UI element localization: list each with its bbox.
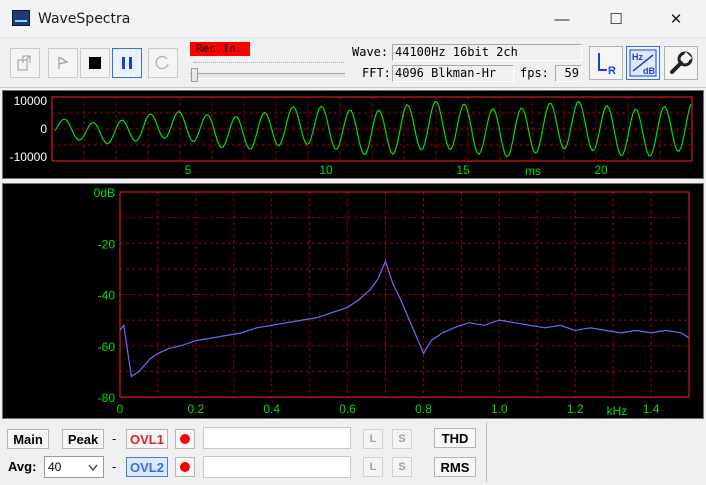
- minimize-button[interactable]: —: [538, 0, 586, 38]
- wave-y-tick: 10000: [14, 94, 48, 108]
- bottom-controls: Main Peak - OVL1 L S Avg: 40 - OVL2 L S …: [0, 420, 706, 485]
- fft-setting-field: 4096 Blkman-Hr: [392, 65, 514, 82]
- spectrum-x-tick: 0.4: [263, 402, 280, 416]
- spectrum-x-tick: 0.8: [415, 402, 432, 416]
- ovl2-save-button[interactable]: S: [392, 457, 412, 477]
- spectrum-x-tick: 0: [117, 402, 124, 416]
- peak-button[interactable]: Peak: [62, 429, 104, 449]
- avg-select[interactable]: 40: [44, 456, 104, 478]
- waveform-svg: 10000 0 -10000 5 10 15 ms 20: [10, 94, 693, 178]
- wave-x-tick: 10: [319, 163, 333, 177]
- pause-icon: [122, 57, 132, 69]
- panel-divider: [486, 422, 487, 482]
- dash-separator: -: [112, 431, 117, 446]
- volume-slider-thumb[interactable]: [191, 68, 198, 82]
- dash-separator: -: [112, 459, 117, 474]
- rms-button[interactable]: RMS: [434, 457, 476, 477]
- spectrum-x-tick: 1.2: [567, 402, 584, 416]
- waveform-x-axis-labels: 5 10 15 ms 20: [185, 163, 608, 178]
- pause-button[interactable]: [112, 48, 142, 78]
- fft-label: FFT:: [362, 66, 391, 80]
- hz-db-scale-button[interactable]: Hz dB: [626, 46, 660, 80]
- volume-slider[interactable]: [190, 73, 345, 79]
- spectrum-y-tick: -80: [98, 391, 116, 405]
- wave-label: Wave:: [352, 45, 389, 59]
- svg-text:dB: dB: [643, 66, 655, 76]
- stop-button[interactable]: [80, 48, 110, 78]
- spectrum-y-tick: -60: [98, 340, 116, 354]
- wave-y-tick: 0: [40, 122, 47, 136]
- ovl2-record-button[interactable]: [175, 457, 195, 477]
- record-dot-icon: [180, 462, 190, 472]
- fps-value: 59: [555, 65, 582, 82]
- wave-y-tick: -10000: [10, 150, 48, 164]
- waveform-display[interactable]: 10000 0 -10000 5 10 15 ms 20: [2, 90, 704, 179]
- avg-value: 40: [48, 460, 62, 474]
- ovl1-load-button[interactable]: L: [363, 429, 383, 449]
- open-file-icon: [17, 55, 31, 71]
- spectrum-x-tick: 1.0: [491, 402, 508, 416]
- record-dot-icon: [180, 434, 190, 444]
- settings-button[interactable]: [664, 46, 698, 80]
- main-button[interactable]: Main: [7, 429, 49, 449]
- repeat-icon: [155, 55, 169, 70]
- waveform-y-axis-labels: 10000 0 -10000: [10, 94, 48, 164]
- wave-x-unit: ms: [525, 164, 541, 178]
- spectrum-x-unit: kHz: [607, 404, 628, 418]
- spectrum-x-tick: 0.6: [339, 402, 356, 416]
- play-button[interactable]: [48, 48, 78, 78]
- stop-icon: [89, 57, 101, 69]
- thd-button[interactable]: THD: [434, 428, 476, 448]
- flag-icon: [58, 56, 69, 69]
- ovl1-record-button[interactable]: [175, 429, 195, 449]
- ovl1-button[interactable]: OVL1: [126, 429, 168, 449]
- channel-lr-button[interactable]: R: [589, 46, 623, 80]
- window-title: WaveSpectra: [38, 11, 131, 27]
- fps-label: fps:: [520, 66, 549, 80]
- open-file-button[interactable]: [10, 48, 40, 78]
- ovl1-comment-field[interactable]: [203, 427, 351, 449]
- spectrum-y-tick: -20: [98, 237, 116, 251]
- spectrum-x-tick: 1.4: [643, 402, 660, 416]
- spectrum-y-tick: 0dB: [94, 186, 115, 200]
- close-button[interactable]: ✕: [652, 0, 700, 38]
- spectrum-display[interactable]: 0dB -20 -40 -60 -80 0 0.2 0.4 0.6 0.8 1.0 1.2 1.4 kH…: [2, 183, 704, 419]
- wave-x-tick: 15: [456, 163, 470, 177]
- app-icon: [12, 10, 30, 26]
- svg-text:Hz: Hz: [632, 52, 643, 62]
- wrench-icon: [670, 51, 693, 74]
- ovl1-save-button[interactable]: S: [392, 429, 412, 449]
- wave-x-tick: 20: [594, 163, 608, 177]
- repeat-button[interactable]: [148, 48, 178, 78]
- svg-text:R: R: [608, 65, 616, 76]
- spectrum-y-tick: -40: [98, 289, 116, 303]
- wave-format-field: 44100Hz 16bit 2ch: [392, 44, 582, 61]
- rec-in-label: Rec.In.: [190, 42, 250, 56]
- ovl2-comment-field[interactable]: [203, 456, 351, 478]
- spectrum-series-line: [119, 259, 690, 378]
- avg-label: Avg:: [8, 459, 37, 474]
- ovl2-load-button[interactable]: L: [363, 457, 383, 477]
- maximize-button[interactable]: ☐: [592, 0, 640, 38]
- spectrum-x-tick: 0.2: [188, 402, 205, 416]
- lr-channel-icon: R: [598, 53, 616, 76]
- hz-db-icon: Hz dB: [629, 49, 657, 77]
- ovl2-button[interactable]: OVL2: [126, 457, 168, 477]
- spectrum-chart: 0dB -20 -40 -60 -80 0 0.2 0.4 0.6 0.8 1.0 1.2 1.4 kH…: [94, 186, 690, 418]
- volume-slider-ticks: [194, 62, 344, 66]
- toolbar: Rec.In. Wave: 44100Hz 16bit 2ch FFT: 409…: [0, 38, 706, 88]
- wave-x-tick: 5: [185, 163, 192, 177]
- title-bar: WaveSpectra — ☐ ✕: [0, 0, 706, 38]
- chevron-down-icon: [88, 464, 98, 472]
